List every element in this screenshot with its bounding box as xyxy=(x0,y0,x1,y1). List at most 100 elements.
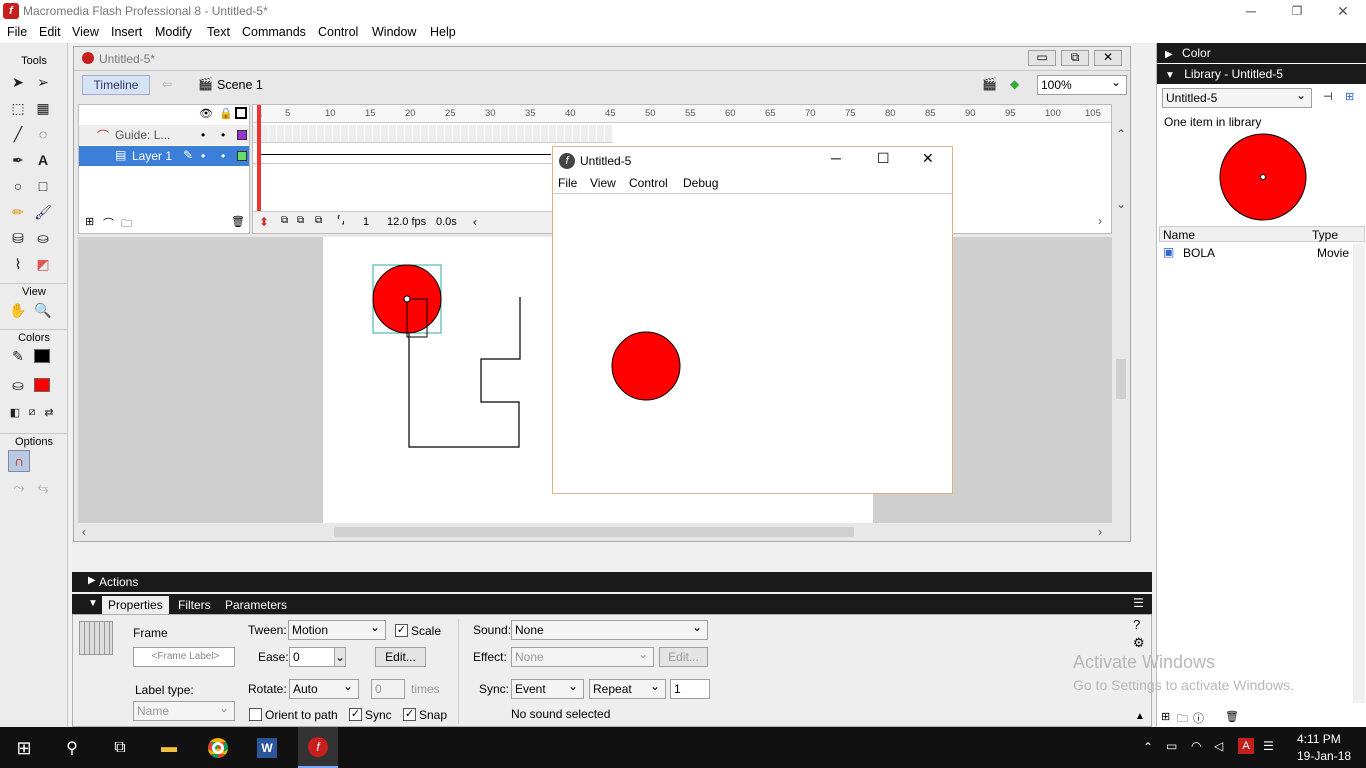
actions-panel-header[interactable]: ▶ Actions xyxy=(72,572,1152,592)
accessibility-icon[interactable]: ⚙ xyxy=(1133,635,1145,651)
edit-multiple-icon[interactable]: ⧉ xyxy=(315,215,322,226)
stroke-color-icon[interactable]: ✎ xyxy=(7,345,29,367)
rectangle-tool-icon[interactable]: □ xyxy=(32,175,54,197)
new-symbol-icon[interactable]: ⊞ xyxy=(1161,710,1170,723)
col-name[interactable]: Name xyxy=(1163,228,1195,242)
snap-checkbox[interactable]: ✓ xyxy=(403,707,419,722)
timeline-scroll-down-icon[interactable]: ⌄ xyxy=(1116,197,1126,211)
ink-bottle-icon[interactable]: ⛁ xyxy=(7,227,29,249)
tab-filters[interactable]: Filters xyxy=(178,598,211,612)
menu-edit[interactable]: Edit xyxy=(39,25,61,39)
tab-parameters[interactable]: Parameters xyxy=(225,598,287,612)
panel-options-icon[interactable]: ☰ xyxy=(1133,596,1144,610)
pin-library-icon[interactable]: ⊣ xyxy=(1323,90,1333,103)
menu-commands[interactable]: Commands xyxy=(242,25,306,39)
notifications-icon[interactable]: ☰ xyxy=(1263,739,1274,753)
lock-icon[interactable]: 🔒 xyxy=(219,107,233,120)
menu-window[interactable]: Window xyxy=(372,25,416,39)
center-frame-icon[interactable]: ⬍ xyxy=(259,215,269,229)
orient-checkbox[interactable] xyxy=(249,707,265,722)
scale-checkbox[interactable]: ✓ xyxy=(395,623,411,638)
edit-symbols-icon[interactable]: ◆ xyxy=(1010,77,1019,91)
player-minimize-icon[interactable]: ─ xyxy=(831,150,841,166)
subselection-tool-icon[interactable]: ➢ xyxy=(32,71,54,93)
snap-magnet-icon[interactable]: ∩ xyxy=(8,450,30,472)
wifi-icon[interactable]: ◠ xyxy=(1191,739,1201,753)
oval-tool-icon[interactable]: ○ xyxy=(7,175,29,197)
sound-select[interactable]: None xyxy=(511,618,708,640)
player-close-icon[interactable]: ✕ xyxy=(922,150,934,167)
stroke-color-swatch[interactable] xyxy=(34,349,50,363)
eyedropper-icon[interactable]: ⌇ xyxy=(7,253,29,275)
timeline-scroll-right-icon[interactable]: › xyxy=(1098,214,1102,228)
tab-properties[interactable]: Properties xyxy=(102,596,169,614)
flash-taskbar-icon[interactable]: f xyxy=(298,727,338,768)
onion-outline-icon[interactable]: ⧉ xyxy=(297,215,304,226)
library-document-select[interactable]: Untitled-5 xyxy=(1162,86,1312,108)
fill-color-swatch[interactable] xyxy=(34,378,50,392)
brush-tool-icon[interactable]: 🖌 xyxy=(32,201,54,223)
sync-select[interactable]: Event xyxy=(511,677,584,699)
layer-row-guide[interactable]: ⌒ Guide: L... • • xyxy=(79,125,249,145)
text-tool-icon[interactable]: A xyxy=(32,149,54,171)
hand-tool-icon[interactable]: ✋ xyxy=(7,299,29,321)
menu-file[interactable]: File xyxy=(7,25,27,39)
sync-checkbox[interactable]: ✓ xyxy=(349,707,365,722)
show-hide-icon[interactable]: 👁 xyxy=(199,107,213,120)
frame-label-input[interactable]: <Frame Label> xyxy=(133,647,235,667)
frame-rate[interactable]: 12.0 fps xyxy=(387,216,426,228)
collapse-props-icon[interactable]: ▲ xyxy=(1135,711,1145,722)
add-guide-icon[interactable]: ⌒ xyxy=(103,215,114,231)
fill-color-icon[interactable]: ⛀ xyxy=(7,374,29,396)
repeat-select[interactable]: Repeat xyxy=(589,677,666,699)
onion-skin-icon[interactable]: ⧉ xyxy=(281,215,288,226)
word-icon[interactable]: W xyxy=(253,735,281,761)
swap-colors-icon[interactable]: ⇄ xyxy=(38,401,60,423)
file-explorer-icon[interactable]: ▬ xyxy=(155,735,183,761)
frame-ruler[interactable]: 1510152025303540455055606570758085909510… xyxy=(253,105,1111,123)
repeat-count-input[interactable]: 1 xyxy=(670,679,710,699)
color-panel-header[interactable]: ▶ Color xyxy=(1157,43,1366,63)
new-library-icon[interactable]: ⊞ xyxy=(1345,90,1354,103)
ease-input[interactable]: 0 xyxy=(289,647,335,667)
pencil-tool-icon[interactable]: ✏ xyxy=(7,201,29,223)
clock-date[interactable]: 19-Jan-18 xyxy=(1297,749,1351,763)
stage-hscrollbar[interactable] xyxy=(334,527,854,537)
properties-icon[interactable]: ⓘ xyxy=(1193,710,1204,726)
volume-icon[interactable]: ◁ xyxy=(1214,739,1223,753)
col-type[interactable]: Type xyxy=(1312,228,1338,242)
outline-icon[interactable] xyxy=(235,107,247,119)
library-panel-header[interactable]: ▼ Library - Untitled-5 xyxy=(1157,64,1366,84)
timeline-button[interactable]: Timeline xyxy=(82,75,150,95)
eraser-icon[interactable]: ◩ xyxy=(32,253,54,275)
line-tool-icon[interactable]: ╱ xyxy=(7,123,29,145)
pen-tool-icon[interactable]: ✒ xyxy=(7,149,29,171)
tray-expand-icon[interactable]: ⌃ xyxy=(1143,740,1153,754)
delete-item-icon[interactable]: 🗑 xyxy=(1225,710,1239,723)
battery-icon[interactable]: ▭ xyxy=(1166,739,1177,753)
player-menu-debug[interactable]: Debug xyxy=(683,176,718,190)
collapse-arrow-icon[interactable]: ▼ xyxy=(88,598,98,609)
library-vscrollbar[interactable] xyxy=(1353,243,1365,703)
paint-bucket-icon[interactable]: ⛀ xyxy=(32,227,54,249)
player-menu-control[interactable]: Control xyxy=(629,176,668,190)
menu-view[interactable]: View xyxy=(72,25,99,39)
help-icon[interactable]: ? xyxy=(1133,617,1140,632)
player-maximize-icon[interactable]: ☐ xyxy=(877,150,890,167)
doc-close-icon[interactable]: ✕ xyxy=(1094,50,1122,66)
acrobat-tray-icon[interactable]: A xyxy=(1238,738,1254,754)
add-folder-icon[interactable]: 🗀 xyxy=(121,215,132,234)
windows-start-icon[interactable]: ⊞ xyxy=(10,735,38,761)
chrome-icon[interactable] xyxy=(204,735,232,761)
guide-frames[interactable] xyxy=(253,125,613,143)
delete-layer-icon[interactable]: 🗑 xyxy=(231,215,245,228)
layer1-frames[interactable] xyxy=(253,146,553,164)
layer-row-layer1[interactable]: ▤ Layer 1 ✎ • • xyxy=(79,146,249,166)
stage-vscrollbar[interactable] xyxy=(1116,359,1126,399)
lasso-tool-icon[interactable]: ◌ xyxy=(32,123,54,145)
playhead[interactable] xyxy=(257,105,261,213)
ease-dropdown-icon[interactable]: ⌄ xyxy=(334,647,346,667)
library-item[interactable]: ▣ BOLA Movie xyxy=(1159,243,1353,263)
edit-ease-button[interactable]: Edit... xyxy=(375,647,426,667)
free-transform-icon[interactable]: ⬚ xyxy=(7,97,29,119)
